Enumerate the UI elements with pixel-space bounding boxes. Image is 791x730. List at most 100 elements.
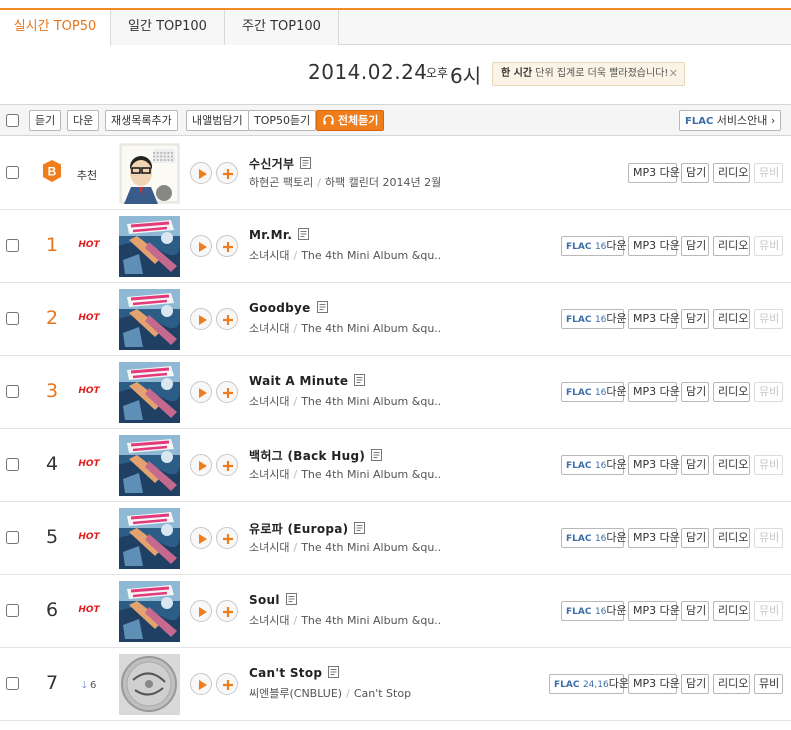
mp3-download-button[interactable]: MP3 다운 [628,309,680,329]
add-my-album-button[interactable]: 내앨범담기 [186,110,249,131]
flac-download-button[interactable]: FLAC 16다운 [561,382,627,402]
radio-button[interactable]: 리디오 [713,601,750,621]
tab-realtime-top50[interactable]: 실시간 TOP50 [0,10,111,46]
album-link[interactable]: The 4th Mini Album &qu.. [301,541,441,554]
song-title[interactable]: Can't Stop [249,666,340,680]
lyrics-icon[interactable] [285,593,297,605]
mp3-download-button[interactable]: MP3 다운 [628,601,680,621]
artist-link[interactable]: 소녀시대 [249,468,289,481]
flac-download-button[interactable]: FLAC 16다운 [561,236,627,256]
mp3-download-button[interactable]: MP3 다운 [628,674,680,694]
row-checkbox[interactable] [6,312,19,325]
add-icon[interactable] [216,308,238,330]
mp3-download-button[interactable]: MP3 다운 [628,382,680,402]
song-title[interactable]: Mr.Mr. [249,228,310,242]
radio-button[interactable]: 리디오 [713,163,750,183]
listen-all-button[interactable]: 전체듣기 [316,110,385,131]
song-title[interactable]: Soul [249,593,297,607]
add-to-album-button[interactable]: 담기 [681,309,709,329]
radio-button[interactable]: 리디오 [713,455,750,475]
album-link[interactable]: The 4th Mini Album &qu.. [301,395,441,408]
add-to-album-button[interactable]: 담기 [681,163,709,183]
album-link[interactable]: The 4th Mini Album &qu.. [301,614,441,627]
lyrics-icon[interactable] [354,522,366,534]
play-icon[interactable] [190,673,212,695]
flac-download-button[interactable]: FLAC 16다운 [561,309,627,329]
music-video-button[interactable]: 뮤비 [754,674,783,694]
row-checkbox[interactable] [6,677,19,690]
lyrics-icon[interactable] [298,228,310,240]
album-link[interactable]: 하팩 캘린더 2014년 2월 [325,176,441,189]
add-to-album-button[interactable]: 담기 [681,382,709,402]
radio-button[interactable]: 리디오 [713,674,750,694]
add-icon[interactable] [216,381,238,403]
add-to-album-button[interactable]: 담기 [681,601,709,621]
artist-link[interactable]: 소녀시대 [249,249,289,262]
add-icon[interactable] [216,235,238,257]
top50-listen-button[interactable]: TOP50듣기 [248,110,317,131]
add-icon[interactable] [216,673,238,695]
play-icon[interactable] [190,235,212,257]
row-checkbox[interactable] [6,385,19,398]
close-icon[interactable]: ✕ [669,63,678,85]
add-icon[interactable] [216,454,238,476]
play-icon[interactable] [190,308,212,330]
add-icon[interactable] [216,162,238,184]
flac-download-button[interactable]: FLAC 16다운 [561,455,627,475]
album-cover[interactable] [119,289,180,350]
album-cover[interactable] [119,654,180,715]
album-cover[interactable] [119,508,180,569]
add-to-album-button[interactable]: 담기 [681,528,709,548]
play-icon[interactable] [190,527,212,549]
song-title[interactable]: 수신거부 [249,155,312,172]
tab-daily-top100[interactable]: 일간 TOP100 [111,10,225,45]
add-to-album-button[interactable]: 담기 [681,236,709,256]
artist-link[interactable]: 씨엔블루(CNBLUE) [249,687,342,700]
album-cover[interactable] [119,143,180,204]
artist-link[interactable]: 소녀시대 [249,614,289,627]
lyrics-icon[interactable] [328,666,340,678]
play-icon[interactable] [190,381,212,403]
album-link[interactable]: Can't Stop [354,687,411,700]
flac-download-button[interactable]: FLAC 16다운 [561,528,627,548]
mp3-download-button[interactable]: MP3 다운 [628,163,680,183]
artist-link[interactable]: 소녀시대 [249,541,289,554]
artist-link[interactable]: 소녀시대 [249,322,289,335]
lyrics-icon[interactable] [300,157,312,169]
mp3-download-button[interactable]: MP3 다운 [628,455,680,475]
add-to-album-button[interactable]: 담기 [681,674,709,694]
album-cover[interactable] [119,435,180,496]
album-cover[interactable] [119,362,180,423]
artist-link[interactable]: 하현곤 팩토리 [249,176,313,189]
album-cover[interactable] [119,216,180,277]
song-title[interactable]: Goodbye [249,301,328,315]
radio-button[interactable]: 리디오 [713,236,750,256]
lyrics-icon[interactable] [371,449,383,461]
download-button[interactable]: 다운 [67,110,100,131]
row-checkbox[interactable] [6,531,19,544]
row-checkbox[interactable] [6,604,19,617]
flac-download-button[interactable]: FLAC 24,16다운 [549,674,629,694]
album-link[interactable]: The 4th Mini Album &qu.. [301,249,441,262]
radio-button[interactable]: 리디오 [713,528,750,548]
song-title[interactable]: 백허그 (Back Hug) [249,447,383,464]
lyrics-icon[interactable] [316,301,328,313]
select-all-checkbox[interactable] [6,114,19,127]
mp3-download-button[interactable]: MP3 다운 [628,528,680,548]
album-cover[interactable] [119,581,180,642]
song-title[interactable]: 유로파 (Europa) [249,520,366,537]
play-icon[interactable] [190,162,212,184]
album-link[interactable]: The 4th Mini Album &qu.. [301,322,441,335]
lyrics-icon[interactable] [354,374,366,386]
row-checkbox[interactable] [6,166,19,179]
album-link[interactable]: The 4th Mini Album &qu.. [301,468,441,481]
play-icon[interactable] [190,600,212,622]
row-checkbox[interactable] [6,458,19,471]
flac-guide-button[interactable]: FLAC 서비스안내 › [679,110,782,131]
listen-button[interactable]: 듣기 [29,110,62,131]
add-icon[interactable] [216,600,238,622]
play-icon[interactable] [190,454,212,476]
song-title[interactable]: Wait A Minute [249,374,366,388]
mp3-download-button[interactable]: MP3 다운 [628,236,680,256]
add-icon[interactable] [216,527,238,549]
